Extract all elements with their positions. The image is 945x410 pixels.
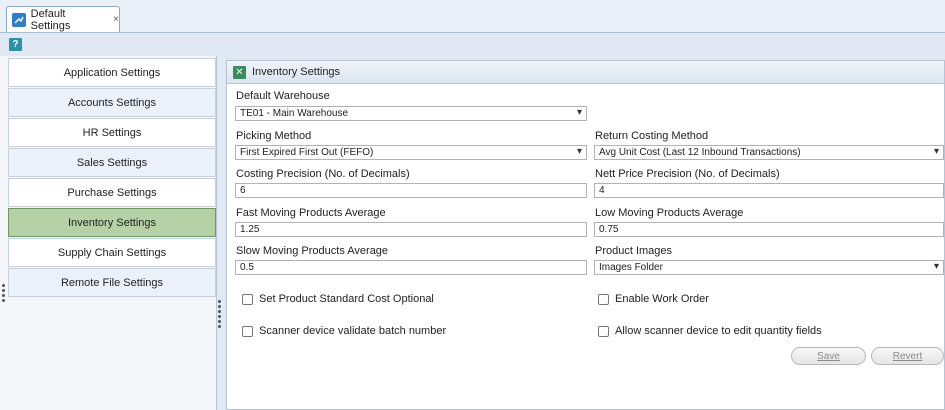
sidebar-item-remote-file[interactable]: Remote File Settings (8, 268, 216, 297)
std-cost-optional-checkbox[interactable]: Set Product Standard Cost Optional (242, 293, 434, 305)
chevron-down-icon: ▾ (933, 146, 939, 157)
scanner-validate-batch-label: Scanner device validate batch number (259, 325, 447, 337)
revert-button[interactable]: Revert (871, 347, 944, 365)
fast-moving-label: Fast Moving Products Average (236, 207, 386, 219)
std-cost-optional-label: Set Product Standard Cost Optional (259, 293, 434, 305)
sidebar-item-purchase[interactable]: Purchase Settings (8, 178, 216, 207)
picking-method-value: First Expired First Out (FEFO) (240, 147, 374, 158)
return-costing-value: Avg Unit Cost (Last 12 Inbound Transacti… (599, 147, 801, 158)
default-warehouse-label: Default Warehouse (236, 90, 330, 102)
chevron-down-icon: ▾ (933, 261, 939, 272)
scanner-edit-qty-label: Allow scanner device to edit quantity fi… (615, 325, 822, 337)
inventory-icon: ✕ (233, 65, 246, 79)
close-icon[interactable]: × (113, 14, 119, 25)
low-moving-input[interactable]: 0.75 (594, 222, 944, 237)
nett-price-precision-input[interactable]: 4 (594, 183, 944, 198)
product-images-value: Images Folder (599, 262, 663, 273)
low-moving-label: Low Moving Products Average (595, 207, 744, 219)
return-costing-label: Return Costing Method (595, 130, 709, 142)
enable-work-order-label: Enable Work Order (615, 293, 709, 305)
checkbox-box[interactable] (242, 293, 253, 305)
sidebar-item-sales[interactable]: Sales Settings (8, 148, 216, 177)
tab-bar: Default Settings × (0, 0, 945, 33)
panel-header: ✕ Inventory Settings (227, 61, 944, 84)
sidebar-item-application[interactable]: Application Settings (8, 58, 216, 87)
tab-default-settings[interactable]: Default Settings × (6, 6, 120, 32)
picking-method-label: Picking Method (236, 130, 312, 142)
sidebar-item-hr[interactable]: HR Settings (8, 118, 216, 147)
costing-precision-input[interactable]: 6 (235, 183, 587, 198)
help-icon[interactable]: ? (9, 38, 22, 51)
sidebar: Application Settings Accounts Settings H… (0, 56, 217, 410)
chevron-down-icon: ▾ (576, 146, 582, 157)
scanner-edit-qty-checkbox[interactable]: Allow scanner device to edit quantity fi… (598, 325, 822, 337)
checkbox-box[interactable] (242, 325, 253, 337)
slow-moving-input[interactable]: 0.5 (235, 260, 587, 275)
product-images-select[interactable]: Images Folder ▾ (594, 260, 944, 275)
enable-work-order-checkbox[interactable]: Enable Work Order (598, 293, 709, 305)
default-warehouse-select[interactable]: TE01 - Main Warehouse ▾ (235, 106, 587, 121)
splitter-handle[interactable] (218, 300, 221, 328)
checkbox-box[interactable] (598, 293, 609, 305)
product-images-label: Product Images (595, 245, 673, 257)
slow-moving-label: Slow Moving Products Average (236, 245, 389, 257)
chevron-down-icon: ▾ (576, 107, 582, 118)
costing-precision-label: Costing Precision (No. of Decimals) (236, 168, 410, 180)
nett-price-precision-label: Nett Price Precision (No. of Decimals) (595, 168, 780, 180)
default-warehouse-value: TE01 - Main Warehouse (240, 108, 349, 119)
scanner-validate-batch-checkbox[interactable]: Scanner device validate batch number (242, 325, 446, 337)
return-costing-select[interactable]: Avg Unit Cost (Last 12 Inbound Transacti… (594, 145, 944, 160)
tab-label: Default Settings (30, 7, 71, 32)
save-button[interactable]: Save (791, 347, 866, 365)
picking-method-select[interactable]: First Expired First Out (FEFO) ▾ (235, 145, 587, 160)
sidebar-item-supply-chain[interactable]: Supply Chain Settings (8, 238, 216, 267)
sidebar-item-accounts[interactable]: Accounts Settings (8, 88, 216, 117)
sidebar-item-inventory[interactable]: Inventory Settings (8, 208, 216, 237)
settings-tab-icon (12, 12, 26, 27)
panel-title: Inventory Settings (252, 66, 341, 78)
inventory-settings-panel: ✕ Inventory Settings Default Warehouse T… (226, 60, 945, 410)
left-resize-handle[interactable] (2, 284, 5, 302)
checkbox-box[interactable] (598, 325, 609, 337)
fast-moving-input[interactable]: 1.25 (235, 222, 587, 237)
